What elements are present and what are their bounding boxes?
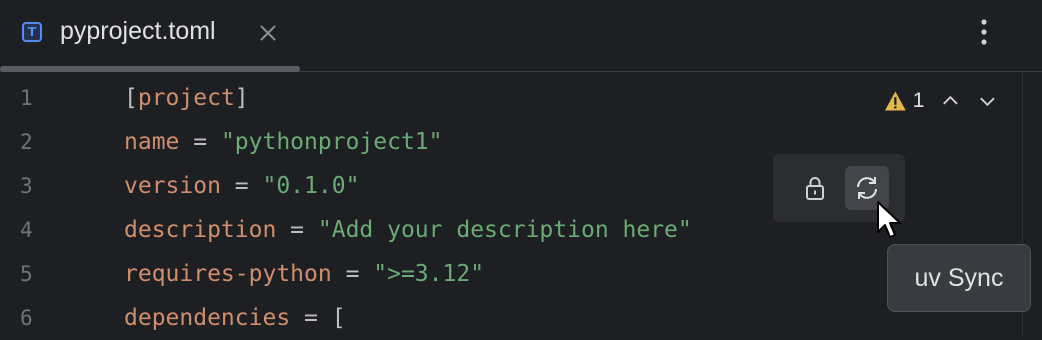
code-line: 6 dependencies = [ — [0, 296, 1022, 340]
editor-tab-bar: T pyproject.toml — [0, 0, 1042, 72]
more-options-icon[interactable] — [972, 16, 996, 48]
inspection-widget[interactable]: 1 — [884, 86, 1014, 116]
line-number: 6 — [20, 306, 33, 330]
toml-key: name — [124, 129, 180, 155]
equals-operator: = — [179, 129, 221, 155]
tab-title[interactable]: pyproject.toml — [60, 17, 216, 46]
tooltip-text: uv Sync — [914, 263, 1004, 292]
line-number: 1 — [20, 86, 33, 110]
code-line: 5 requires-python = ">=3.12" — [0, 252, 1022, 296]
chevron-down-icon[interactable] — [977, 90, 998, 112]
chevron-up-icon[interactable] — [940, 90, 961, 112]
bracket: ] — [234, 85, 249, 111]
array-open-bracket: [ — [331, 305, 346, 331]
equals-operator: = — [276, 217, 318, 243]
toml-value: ">=3.12" — [373, 261, 485, 287]
line-number: 3 — [20, 174, 33, 198]
toml-value: "0.1.0" — [262, 173, 360, 199]
line-number: 5 — [20, 262, 33, 286]
tooltip: uv Sync — [887, 244, 1031, 312]
equals-operator: = — [290, 305, 332, 331]
line-number: 2 — [20, 130, 33, 154]
toml-key: version — [124, 173, 221, 199]
code-line: 1 [project] — [0, 76, 1022, 120]
warning-triangle-icon[interactable] — [884, 90, 907, 112]
equals-operator: = — [220, 173, 263, 199]
lock-icon[interactable] — [801, 174, 829, 202]
tab-scrollbar[interactable] — [0, 66, 300, 72]
equals-operator: = — [331, 261, 374, 287]
bracket: [ — [124, 85, 138, 111]
close-icon[interactable] — [257, 19, 279, 47]
toml-key: description — [124, 217, 277, 243]
sync-icon — [857, 177, 877, 199]
mouse-pointer-icon — [877, 201, 901, 238]
warning-count: 1 — [912, 89, 925, 112]
toml-value: "pythonproject1" — [220, 129, 443, 155]
toml-file-icon: T — [22, 22, 42, 42]
toml-key: requires-python — [124, 261, 332, 287]
toml-key: dependencies — [124, 305, 291, 331]
line-number: 4 — [20, 218, 33, 242]
section-name: project — [137, 85, 235, 111]
toml-value: "Add your description here" — [317, 217, 692, 243]
